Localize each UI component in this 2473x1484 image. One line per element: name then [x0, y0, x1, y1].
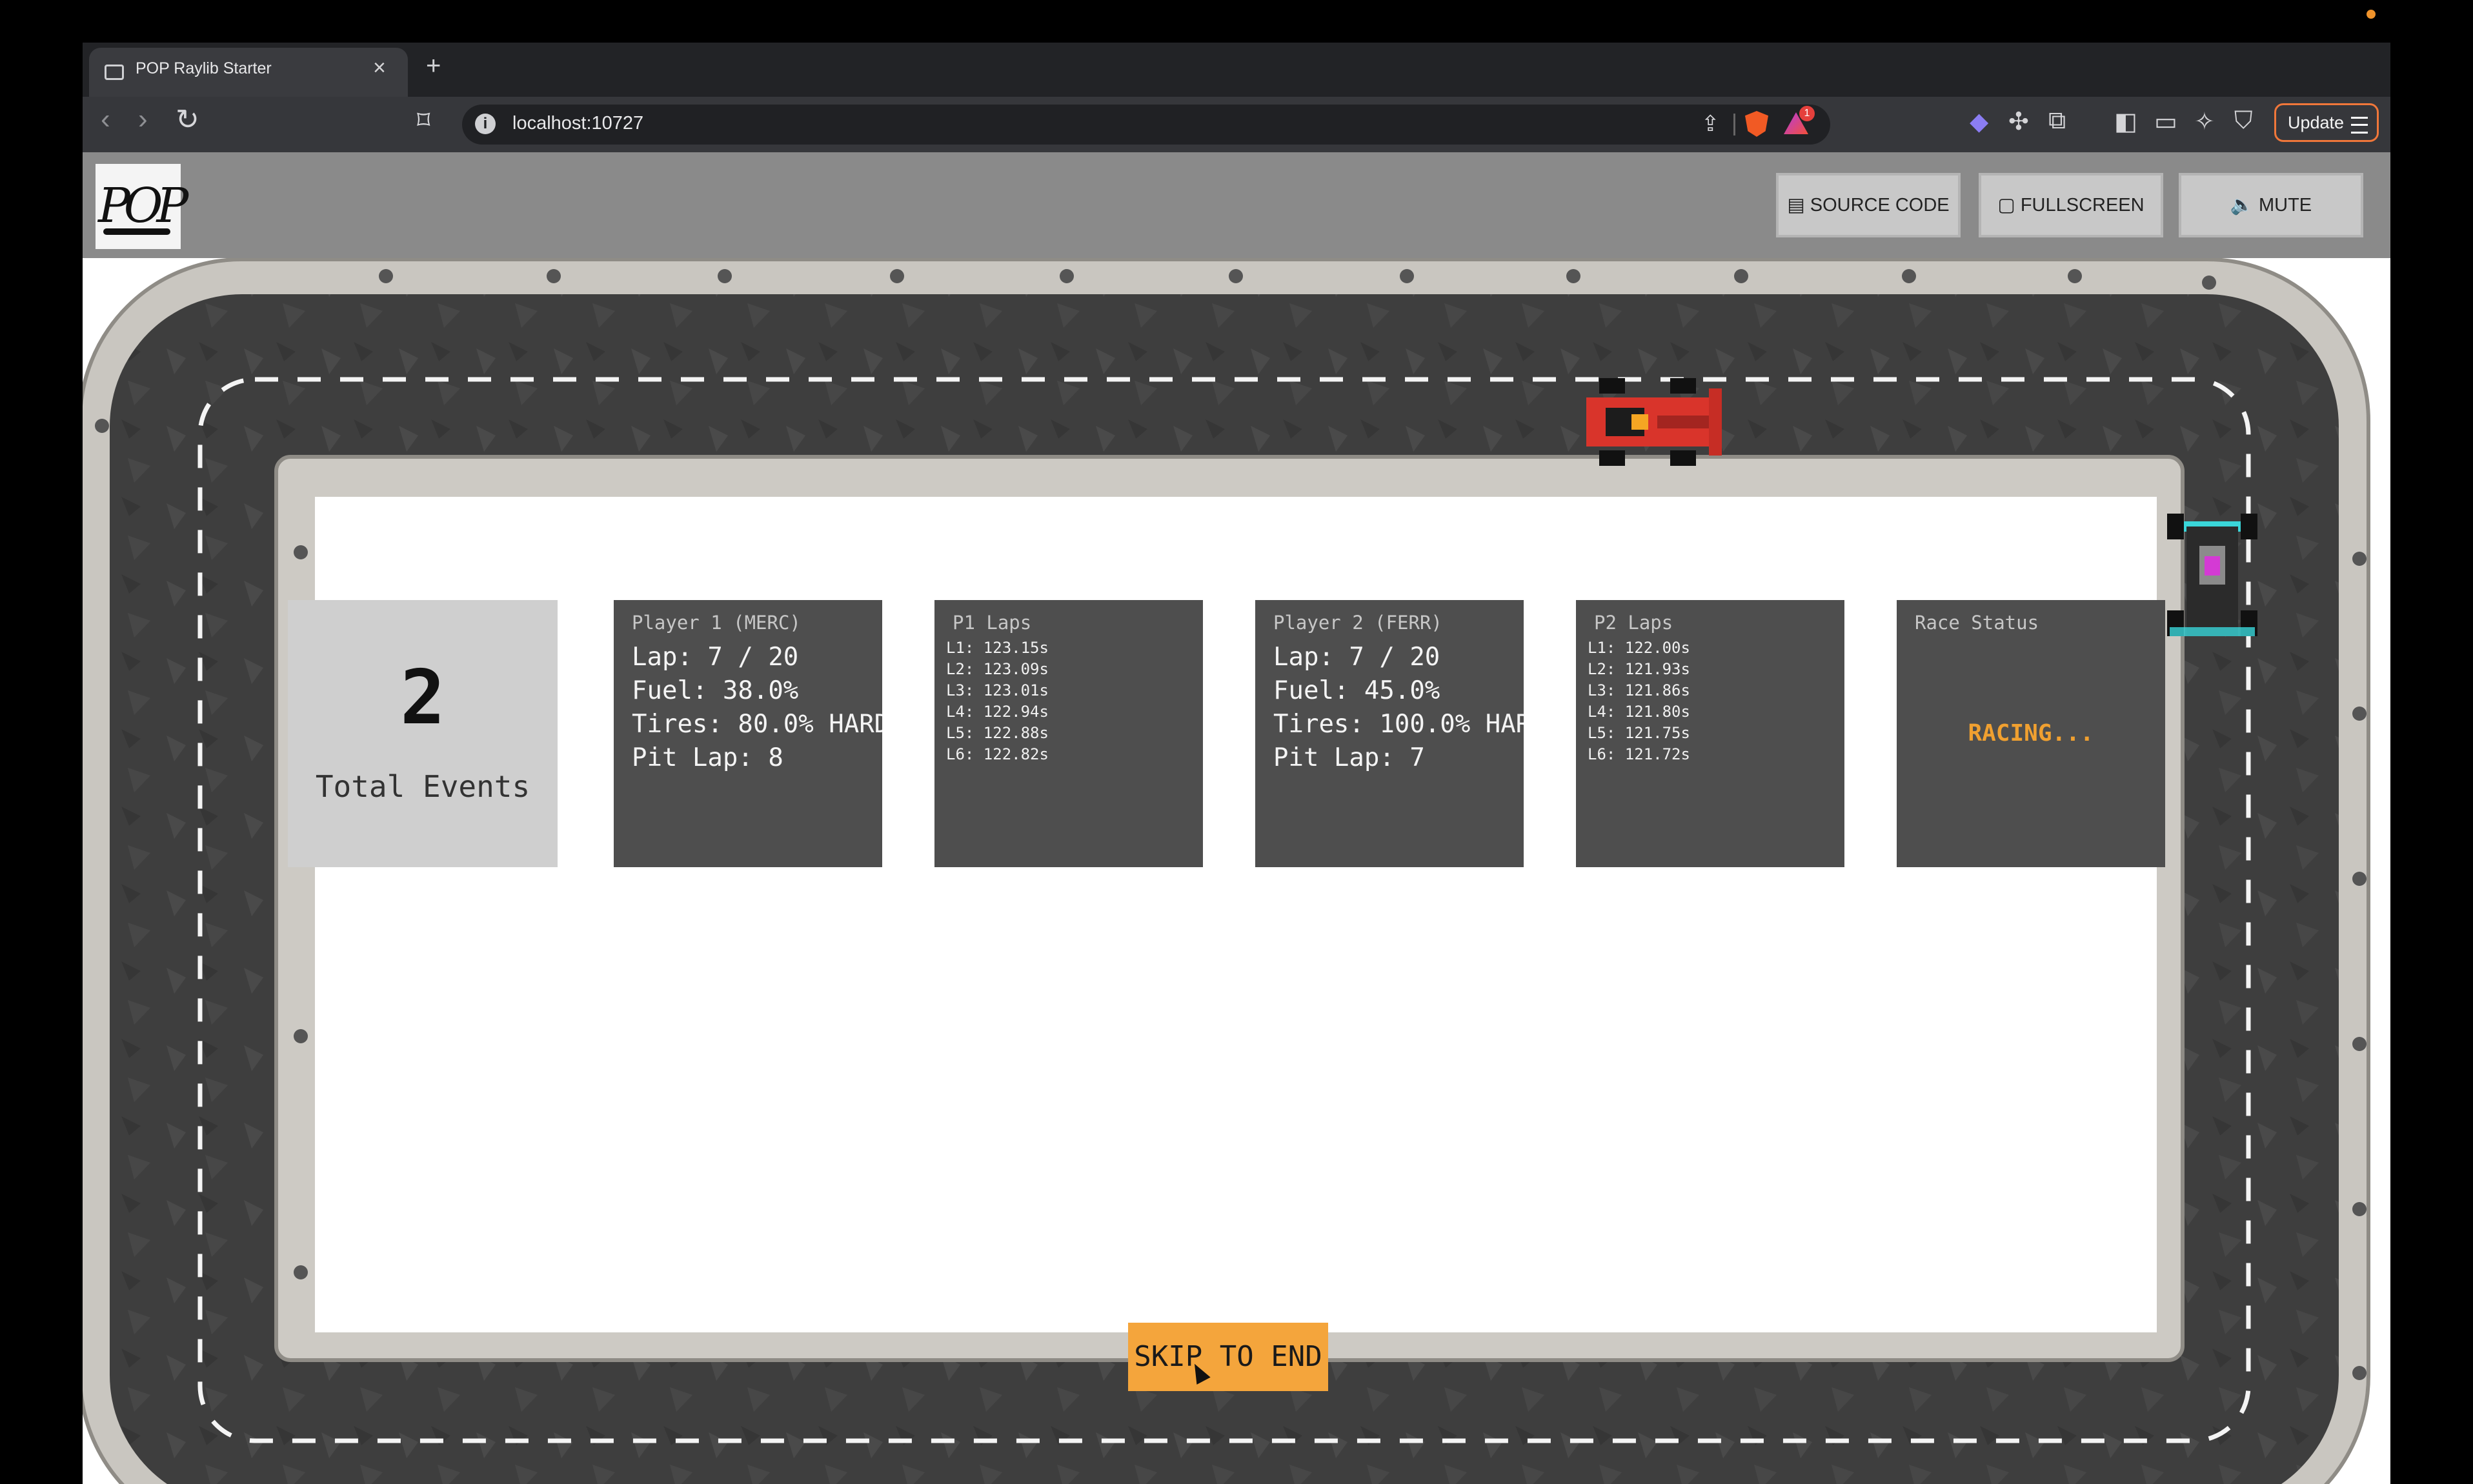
logo-underline — [103, 228, 170, 235]
share-icon[interactable]: ⇪ — [1701, 111, 1720, 137]
player1-laps-panel: P1 Laps L1: 123.15s L2: 123.09s L3: 123.… — [934, 600, 1203, 867]
bookmark-icon[interactable]: ⌑ — [417, 106, 430, 135]
player1-title: Player 1 (MERC) — [632, 612, 801, 634]
player2-panel: Player 2 (FERR) Lap: 7 / 20 Fuel: 45.0% … — [1255, 600, 1524, 867]
player1-pit-lap: Pit Lap: 8 — [632, 743, 783, 772]
player2-title: Player 2 (FERR) — [1273, 612, 1442, 634]
source-code-label: SOURCE CODE — [1810, 195, 1950, 216]
screenshot-icon[interactable]: ⧉ — [2048, 107, 2066, 135]
lap-time: L2: 123.09s — [946, 660, 1049, 678]
total-events-label: Total Events — [315, 769, 530, 804]
player2-laps-panel: P2 Laps L1: 122.00s L2: 121.93s L3: 121.… — [1576, 600, 1844, 867]
game-canvas[interactable]: 2 Total Events Player 1 (MERC) Lap: 7 / … — [83, 258, 2390, 1484]
player2-laps-title: P2 Laps — [1594, 612, 1673, 634]
player1-car — [1586, 378, 1722, 466]
lap-time: L1: 123.15s — [946, 639, 1049, 657]
brave-shield-icon[interactable] — [1745, 111, 1768, 137]
player1-tires: Tires: 80.0% HARD — [632, 710, 882, 739]
pop-logo: POP — [96, 164, 188, 249]
infield — [315, 497, 2157, 1332]
lap-time: L5: 121.75s — [1588, 724, 1690, 742]
info-icon[interactable]: i — [475, 114, 496, 134]
book-icon: ▤ — [1787, 195, 1805, 216]
player1-panel: Player 1 (MERC) Lap: 7 / 20 Fuel: 38.0% … — [614, 600, 882, 867]
leo-icon[interactable]: ✧ — [2194, 107, 2215, 136]
lap-time: L4: 122.94s — [946, 703, 1049, 721]
wallet-icon[interactable]: ▭ — [2154, 107, 2177, 136]
lap-time: L2: 121.93s — [1588, 660, 1690, 678]
player2-tires: Tires: 100.0% HARD — [1273, 710, 1524, 739]
divider — [1733, 114, 1735, 135]
player1-laps-title: P1 Laps — [953, 612, 1032, 634]
chevron-left-icon[interactable]: ‹ — [101, 103, 110, 135]
fullscreen-button[interactable]: ▢ FULLSCREEN — [1979, 173, 2163, 237]
chevron-right-icon[interactable]: › — [138, 103, 148, 135]
skip-to-end-button[interactable]: SKIP TO END — [1128, 1323, 1328, 1391]
puzzle-icon[interactable]: ✣ — [2008, 107, 2029, 136]
speaker-icon: 🔈 — [2230, 195, 2254, 216]
browser-tab[interactable]: POP Raylib Starter × — [89, 48, 408, 97]
player2-pit-lap: Pit Lap: 7 — [1273, 743, 1425, 772]
update-button[interactable]: Update — [2274, 103, 2379, 142]
total-events-panel: 2 Total Events — [288, 600, 558, 867]
extension-diamond-icon[interactable]: ◆ — [1970, 107, 1988, 136]
lap-time: L1: 122.00s — [1588, 639, 1690, 657]
fullscreen-icon: ▢ — [1997, 195, 2015, 216]
lap-time: L3: 121.86s — [1588, 681, 1690, 699]
tab-title: POP Raylib Starter — [136, 59, 272, 77]
url-text[interactable]: localhost:10727 — [512, 113, 643, 134]
logo-text: POP — [98, 178, 188, 234]
lap-time: L3: 123.01s — [946, 681, 1049, 699]
lap-time: L6: 121.72s — [1588, 745, 1690, 763]
mute-label: MUTE — [2258, 195, 2312, 216]
player2-car — [2167, 514, 2257, 636]
menu-icon[interactable] — [2351, 117, 2368, 134]
rewards-badge: 1 — [1799, 106, 1815, 121]
new-tab-icon[interactable]: + — [426, 52, 441, 81]
lap-time: L5: 122.88s — [946, 724, 1049, 742]
race-status-panel: Race Status RACING... — [1897, 600, 2165, 867]
reload-icon[interactable]: ↻ — [176, 103, 199, 136]
tab-favicon-icon — [105, 65, 124, 80]
lap-time: L6: 122.82s — [946, 745, 1049, 763]
update-label: Update — [2288, 113, 2345, 132]
lap-time: L4: 121.80s — [1588, 703, 1690, 721]
race-status-title: Race Status — [1915, 612, 2039, 634]
vpn-icon[interactable]: ⛉ — [2234, 107, 2253, 135]
total-events-count: 2 — [400, 654, 445, 741]
player2-fuel: Fuel: 45.0% — [1273, 676, 1440, 705]
fullscreen-label: FULLSCREEN — [2020, 195, 2145, 216]
notification-dot — [2367, 10, 2376, 19]
mute-button[interactable]: 🔈 MUTE — [2179, 173, 2363, 237]
address-bar[interactable]: i localhost:10727 ⇪ 1 — [462, 105, 1830, 145]
sidebar-icon[interactable]: ◧ — [2114, 107, 2137, 136]
source-code-button[interactable]: ▤ SOURCE CODE — [1776, 173, 1961, 237]
race-status-value: RACING... — [1968, 720, 2094, 747]
player1-lap: Lap: 7 / 20 — [632, 643, 799, 672]
player1-fuel: Fuel: 38.0% — [632, 676, 799, 705]
tab-close-icon[interactable]: × — [373, 55, 386, 81]
player2-lap: Lap: 7 / 20 — [1273, 643, 1440, 672]
